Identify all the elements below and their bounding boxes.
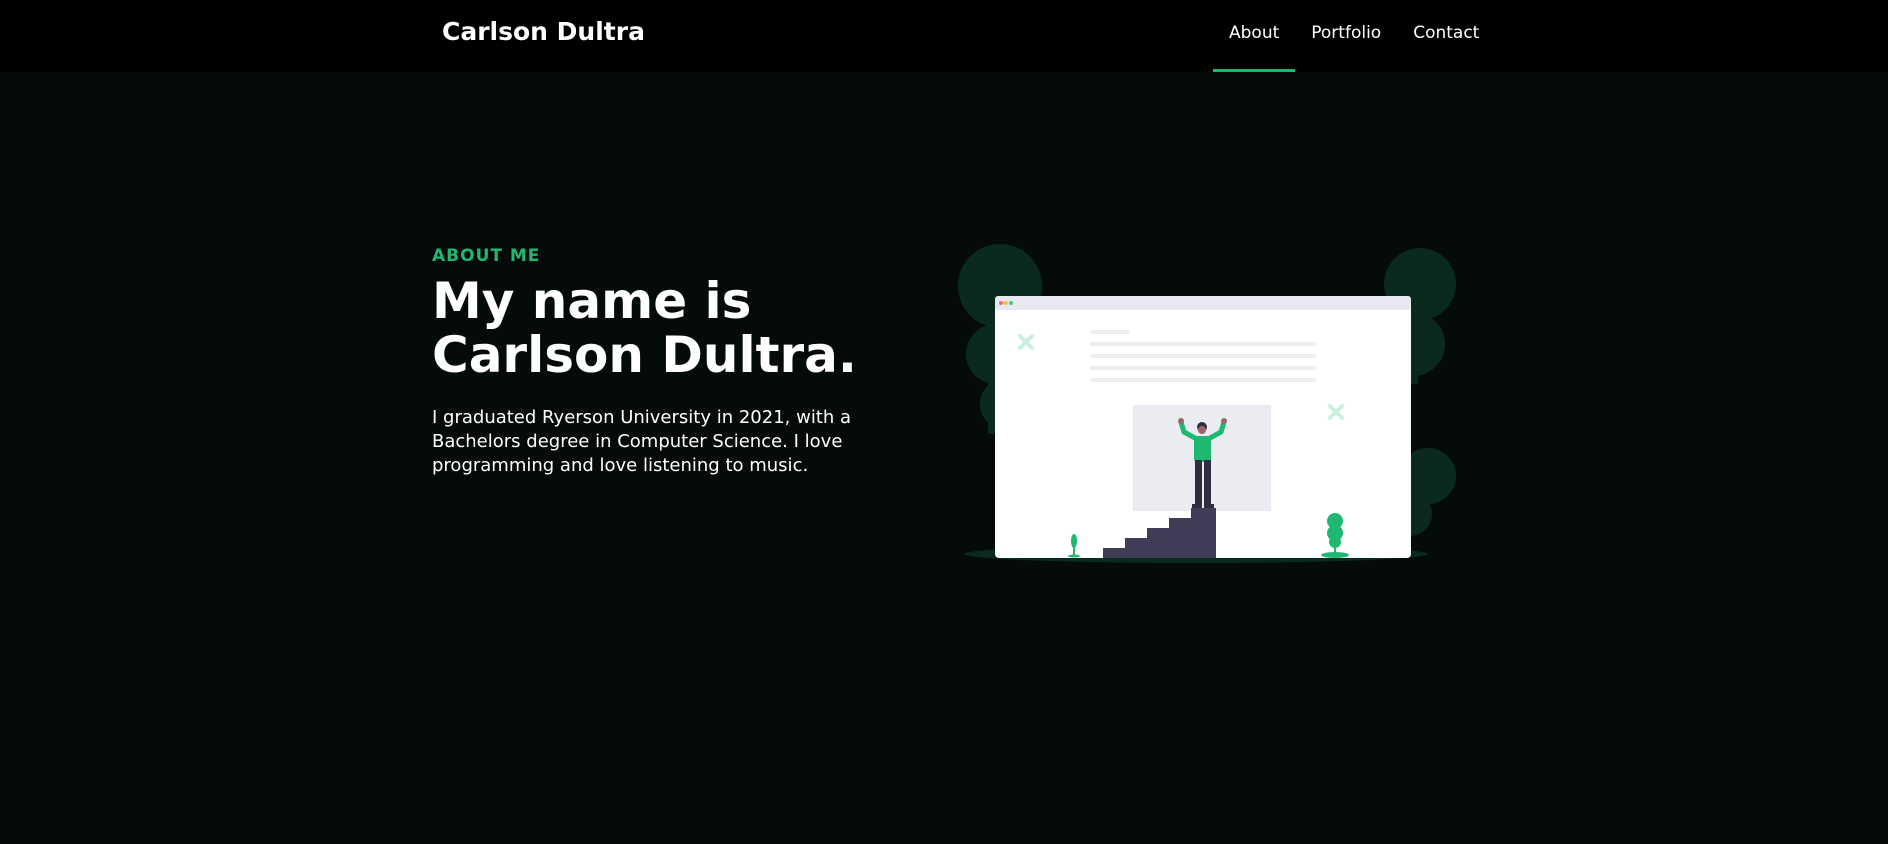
nav-links: About Portfolio Contact xyxy=(1213,0,1495,72)
brand-logo[interactable]: Carlson Dultra xyxy=(442,17,645,46)
browser-window xyxy=(995,296,1411,558)
illustration-svg xyxy=(958,244,1456,563)
person-climbing-stairs-illustration xyxy=(958,244,1458,574)
page-title-line-2: Carlson Dultra. xyxy=(432,326,857,384)
nav-link-portfolio-label: Portfolio xyxy=(1311,23,1382,43)
page-title: My name is Carlson Dultra. xyxy=(432,274,872,382)
nav-link-about-label: About xyxy=(1229,23,1280,43)
about-section: ABOUT ME My name is Carlson Dultra. I gr… xyxy=(432,246,872,478)
nav-link-contact-label: Contact xyxy=(1413,23,1480,43)
page-title-line-1: My name is xyxy=(432,272,752,330)
bio-text: I graduated Ryerson University in 2021, … xyxy=(432,407,852,476)
nav-link-portfolio[interactable]: Portfolio xyxy=(1295,0,1397,72)
navbar: Carlson Dultra About Portfolio Contact xyxy=(0,0,1888,72)
nav-link-contact[interactable]: Contact xyxy=(1397,0,1495,72)
section-eyebrow: ABOUT ME xyxy=(432,246,541,266)
nav-link-about[interactable]: About xyxy=(1213,0,1296,72)
